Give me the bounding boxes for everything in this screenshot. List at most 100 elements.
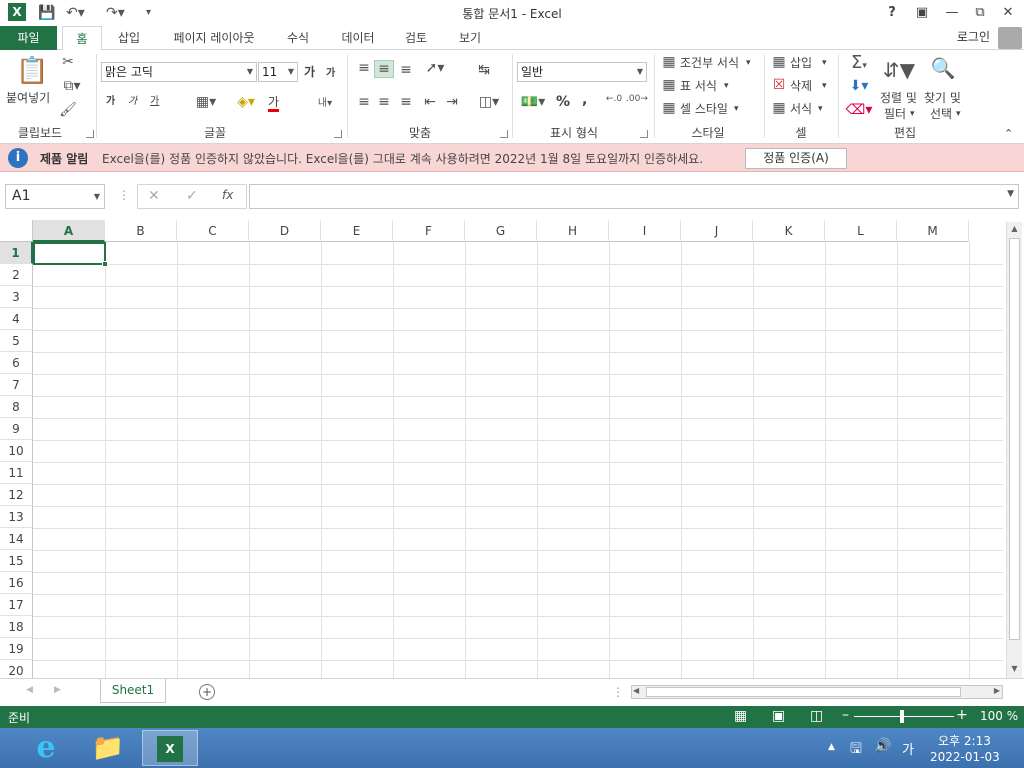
file-explorer-icon[interactable]: 📁 — [80, 730, 136, 766]
expand-formula-icon[interactable]: ▼ — [1007, 189, 1014, 199]
formula-input[interactable]: ▼ — [249, 184, 1019, 209]
ime-indicator[interactable]: 가 — [902, 739, 914, 758]
column-header[interactable]: L — [825, 220, 897, 242]
align-center-icon[interactable]: ≡ — [374, 94, 394, 110]
network-icon[interactable]: 🖫 — [850, 738, 862, 762]
italic-button[interactable]: 가 — [128, 92, 137, 112]
clock-date[interactable]: 2022-01-03 — [930, 750, 1000, 764]
zoom-in-icon[interactable]: + — [956, 707, 968, 723]
minimize-icon[interactable]: — — [938, 2, 966, 24]
find-select-icon[interactable]: 🔍 — [926, 56, 960, 80]
fill-icon[interactable]: ⬇▾ — [844, 78, 874, 94]
sheet-tab-sheet1[interactable]: Sheet1 — [100, 679, 166, 703]
comma-button[interactable]: , — [582, 90, 587, 110]
increase-decimal-icon[interactable]: ←.0 — [604, 94, 624, 104]
internet-explorer-icon[interactable]: e — [18, 730, 74, 766]
excel-taskbar-icon[interactable]: X — [142, 730, 198, 766]
column-header[interactable]: I — [609, 220, 681, 242]
column-header[interactable]: C — [177, 220, 249, 242]
bold-button[interactable]: 가 — [106, 92, 115, 112]
decrease-indent-icon[interactable]: ⇤ — [420, 94, 440, 110]
row-header[interactable]: 20 — [0, 660, 33, 678]
number-launcher-icon[interactable] — [640, 130, 648, 138]
worksheet-grid[interactable]: ABCDEFGHIJKLM 1 2 3 4 5 6 7 8 9 10 11 12 13 14 15 16 17 1… — [0, 220, 1024, 678]
scroll-left-icon[interactable]: ◀ — [633, 686, 639, 695]
row-header[interactable]: 19 — [0, 638, 33, 660]
page-break-view-icon[interactable]: ◫ — [810, 708, 823, 724]
horizontal-scrollbar[interactable]: ◀ ▶ — [631, 685, 1003, 699]
underline-button[interactable]: 가 — [150, 92, 159, 112]
more-options-icon[interactable]: ⋮ — [118, 188, 130, 202]
row-header[interactable]: 14 — [0, 528, 33, 550]
previous-sheet-icon[interactable]: ◀ — [26, 685, 33, 695]
align-bottom-icon[interactable]: ≡ — [396, 62, 416, 78]
help-button[interactable]: ? — [878, 2, 906, 24]
column-header[interactable]: H — [537, 220, 609, 242]
insert-cells-icon[interactable]: ▦ — [770, 54, 788, 70]
phonetic-icon[interactable]: 내▾ — [310, 94, 340, 109]
alignment-launcher-icon[interactable] — [500, 130, 508, 138]
column-header[interactable]: J — [681, 220, 753, 242]
row-header[interactable]: 4 — [0, 308, 33, 330]
row-header[interactable]: 12 — [0, 484, 33, 506]
insert-function-icon[interactable]: fx — [222, 188, 233, 202]
orientation-icon[interactable]: ➚▾ — [420, 60, 450, 76]
collapse-ribbon-icon[interactable]: ⌃ — [1004, 124, 1013, 144]
borders-icon[interactable]: ▦▾ — [192, 94, 220, 110]
cut-icon[interactable]: ✂ — [58, 54, 78, 70]
conditional-formatting-button[interactable]: 조건부 서식 — [680, 53, 739, 73]
show-hidden-icons[interactable]: ▲ — [828, 742, 835, 752]
tab-data[interactable]: 데이터 — [332, 26, 384, 50]
column-header[interactable]: A — [33, 220, 105, 242]
zoom-slider-track[interactable] — [854, 716, 954, 717]
sort-filter-icon[interactable]: ⇵▼ — [882, 58, 916, 82]
wrap-text-icon[interactable]: ↹ — [474, 62, 494, 78]
format-painter-icon[interactable]: 🖌 — [58, 102, 78, 118]
row-header[interactable]: 1 — [0, 242, 33, 264]
font-name-combo[interactable]: 맑은 고딕 ▼ — [101, 62, 257, 82]
restore-icon[interactable]: ⧉ — [966, 2, 994, 24]
login-link[interactable]: 로그인 — [957, 26, 990, 50]
clock-time[interactable]: 오후 2:13 — [938, 732, 991, 749]
column-header[interactable]: F — [393, 220, 465, 242]
tab-view[interactable]: 보기 — [450, 26, 490, 50]
paste-icon[interactable]: 📋 — [16, 56, 48, 86]
row-header[interactable]: 3 — [0, 286, 33, 308]
horizontal-scroll-thumb[interactable] — [646, 687, 961, 697]
new-sheet-icon[interactable]: + — [199, 684, 215, 700]
scroll-right-icon[interactable]: ▶ — [994, 686, 1000, 695]
row-header[interactable]: 17 — [0, 594, 33, 616]
row-header[interactable]: 11 — [0, 462, 33, 484]
name-box[interactable]: A1 ▼ — [5, 184, 105, 209]
font-launcher-icon[interactable] — [334, 130, 342, 138]
row-header[interactable]: 18 — [0, 616, 33, 638]
zoom-out-icon[interactable]: – — [842, 707, 849, 723]
normal-view-icon[interactable]: ▦ — [734, 708, 747, 724]
column-header[interactable]: B — [105, 220, 177, 242]
tab-insert[interactable]: 삽입 — [108, 26, 150, 50]
decrease-decimal-icon[interactable]: .00→ — [626, 94, 648, 104]
column-header[interactable]: E — [321, 220, 393, 242]
align-left-icon[interactable]: ≡ — [354, 94, 374, 110]
delete-cells-icon[interactable]: ☒ — [770, 77, 788, 93]
tab-home[interactable]: 홈 — [62, 26, 102, 51]
next-sheet-icon[interactable]: ▶ — [54, 685, 61, 695]
row-header[interactable]: 13 — [0, 506, 33, 528]
format-cells-icon[interactable]: ▦ — [770, 100, 788, 116]
conditional-formatting-icon[interactable]: ▦ — [660, 54, 678, 70]
column-header[interactable]: G — [465, 220, 537, 242]
shrink-font-button[interactable]: 가 — [326, 64, 335, 84]
activate-button[interactable]: 정품 인증(A) — [745, 148, 847, 169]
accounting-format-icon[interactable]: 💵▾ — [518, 94, 548, 110]
paste-button[interactable]: 붙여넣기 — [6, 88, 50, 108]
delete-cells-button[interactable]: 삭제 — [790, 76, 812, 96]
align-top-icon[interactable]: ≡ — [354, 60, 374, 76]
percent-button[interactable]: % — [556, 92, 570, 112]
cell-styles-button[interactable]: 셀 스타일 — [680, 99, 728, 119]
align-middle-icon[interactable]: ≡ — [374, 60, 394, 78]
format-as-table-icon[interactable]: ▦ — [660, 77, 678, 93]
autosum-icon[interactable]: Σ▾ — [844, 52, 874, 73]
row-header[interactable]: 7 — [0, 374, 33, 396]
clear-icon[interactable]: ⌫▾ — [844, 102, 874, 118]
column-header[interactable]: K — [753, 220, 825, 242]
